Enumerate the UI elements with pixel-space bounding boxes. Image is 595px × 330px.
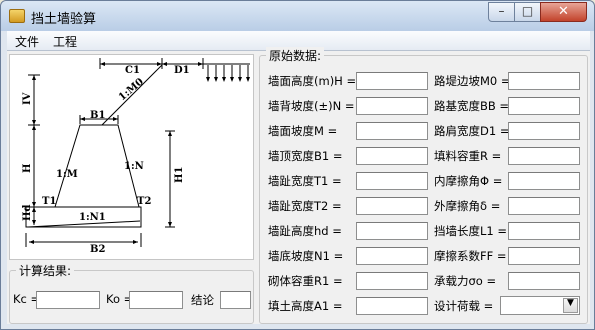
field-input-m[interactable] (356, 122, 428, 140)
field-input-a1[interactable] (356, 297, 428, 315)
field-label-phi: 内摩擦角Φ = (434, 174, 503, 188)
field-input-bb[interactable] (508, 97, 580, 115)
menu-file[interactable]: 文件 (15, 33, 39, 50)
maximize-button[interactable]: □ (514, 2, 541, 22)
field-label-h: 墙面高度(m)H = (268, 74, 357, 88)
results-legend: 计算结果: (16, 262, 75, 279)
app-window: 挡土墙验算 – □ ✕ 文件 工程 C1 D1 1:M0 B1 1:M 1:N … (0, 0, 595, 330)
field-input-ff[interactable] (508, 247, 580, 265)
design-load-dropdown-button[interactable]: ▼ (563, 298, 578, 313)
field-label-t1: 墙趾宽度T1 = (268, 174, 342, 188)
chevron-down-icon: ▼ (567, 298, 574, 308)
input-data-legend: 原始数据: (266, 47, 325, 64)
label-m: 1:M (56, 169, 78, 180)
label-slope-top: 1:M0 (117, 76, 146, 103)
field-input-r[interactable] (508, 147, 580, 165)
label-h: H (22, 164, 33, 173)
field-label-m: 墙面坡度M = (268, 124, 338, 138)
wall-drawing: C1 D1 1:M0 B1 1:M 1:N IV H Hd T1 T2 1:N1… (22, 58, 250, 255)
field-label-bb: 路基宽度BB = (434, 99, 510, 113)
field-input-t2[interactable] (356, 197, 428, 215)
field-label-a1: 填土高度A1 = (268, 299, 343, 313)
ko-field[interactable] (129, 291, 183, 309)
window-title: 挡土墙验算 (31, 12, 97, 27)
menu-project[interactable]: 工程 (53, 33, 77, 50)
field-label-delta: 外摩擦角δ = (434, 199, 501, 213)
label-d1: D1 (174, 65, 190, 76)
label-h1: H1 (174, 167, 185, 183)
close-icon: ✕ (558, 4, 569, 19)
load-arrowheads (206, 77, 250, 82)
field-input-h[interactable] (356, 72, 428, 90)
label-b2: B2 (90, 244, 105, 255)
label-n1: 1:N1 (79, 212, 106, 223)
field-label-l1: 挡墙长度L1 = (434, 224, 508, 238)
label-iv: IV (22, 92, 33, 105)
input-data-group: 原始数据: 墙面高度(m)H = 墙背坡度(±)N = 墙面坡度M = 墙顶宽度… (259, 47, 588, 324)
field-input-delta[interactable] (508, 197, 580, 215)
conclusion-label: 结论 (191, 293, 214, 307)
conclusion-field[interactable] (220, 291, 251, 309)
field-input-r1[interactable] (356, 272, 428, 290)
field-input-d1[interactable] (508, 122, 580, 140)
minimize-icon: – (498, 4, 505, 18)
field-input-m0[interactable] (508, 72, 580, 90)
field-label-hd: 墙趾高度hd = (268, 224, 342, 238)
field-input-b1[interactable] (356, 147, 428, 165)
field-label-r1: 砌体容重R1 = (268, 274, 343, 288)
field-label-r: 填料容重R = (434, 149, 502, 163)
label-b1: B1 (90, 110, 105, 121)
title-bar[interactable]: 挡土墙验算 – □ ✕ (1, 1, 594, 31)
design-load-label: 设计荷载 = (434, 299, 494, 313)
field-label-b1: 墙顶宽度B1 = (268, 149, 343, 163)
field-label-t2: 墙趾宽度T2 = (268, 199, 342, 213)
label-hd: Hd (22, 205, 33, 221)
label-c1: C1 (125, 65, 140, 76)
field-input-hd[interactable] (356, 222, 428, 240)
field-label-ff: 摩擦系数FF = (434, 249, 507, 263)
client-area: C1 D1 1:M0 B1 1:M 1:N IV H Hd T1 T2 1:N1… (7, 47, 590, 324)
field-label-sigma: 承载力σo = (434, 274, 497, 288)
app-icon (9, 9, 25, 23)
close-button[interactable]: ✕ (540, 2, 587, 22)
label-t1: T1 (42, 196, 56, 207)
field-input-sigma[interactable] (508, 272, 580, 290)
label-t2: T2 (137, 196, 151, 207)
field-input-n1[interactable] (356, 247, 428, 265)
field-label-n1: 墙底坡度N1 = (268, 249, 344, 263)
label-n: 1:N (124, 161, 144, 172)
retaining-wall-diagram: C1 D1 1:M0 B1 1:M 1:N IV H Hd T1 T2 1:N1… (9, 54, 254, 260)
field-input-l1[interactable] (508, 222, 580, 240)
results-group: 计算结果: Kc = Ko = 结论 (9, 262, 254, 324)
kc-field[interactable] (36, 291, 100, 309)
field-input-t1[interactable] (356, 172, 428, 190)
field-label-n: 墙背坡度(±)N = (268, 99, 355, 113)
load-arrows (207, 65, 249, 79)
field-input-phi[interactable] (508, 172, 580, 190)
design-load-select[interactable]: ▼ (500, 296, 580, 315)
field-label-m0: 路堤边坡M0 = (434, 74, 511, 88)
field-label-d1: 路肩宽度D1 = (434, 124, 510, 138)
field-input-n[interactable] (356, 97, 428, 115)
maximize-icon: □ (521, 4, 534, 18)
minimize-button[interactable]: – (488, 2, 515, 22)
b2-dim (25, 233, 142, 247)
